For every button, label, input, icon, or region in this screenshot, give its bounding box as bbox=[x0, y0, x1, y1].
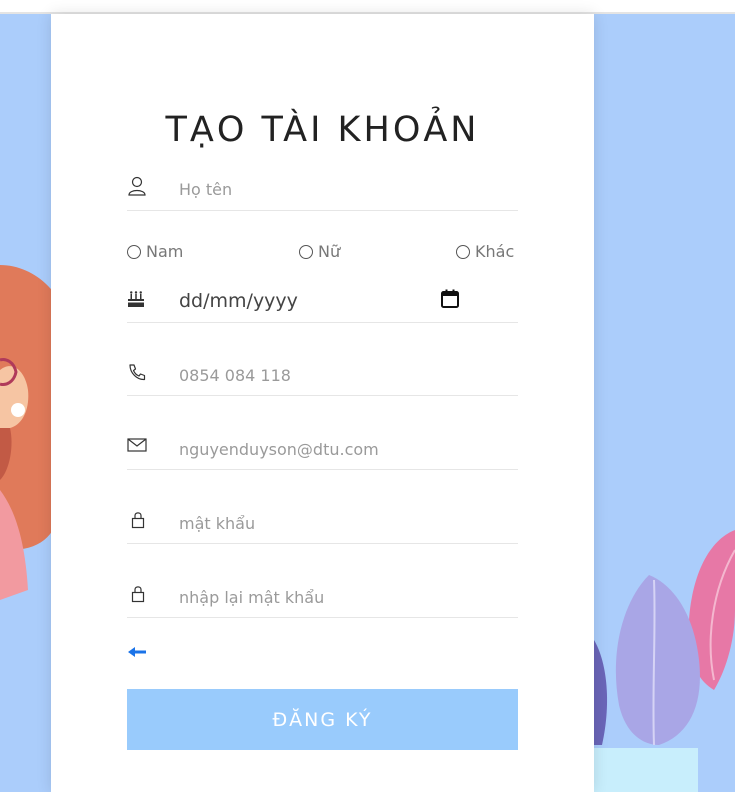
gender-male-label: Nam bbox=[146, 242, 184, 261]
user-icon bbox=[128, 176, 146, 196]
cake-icon bbox=[128, 291, 144, 307]
email-input[interactable]: nguyenduyson@dtu.com bbox=[179, 440, 379, 459]
page-title: TẠO TÀI KHOẢN bbox=[165, 110, 480, 150]
confirm-password-field[interactable]: nhập lại mật khẩu bbox=[127, 582, 518, 618]
email-field[interactable]: nguyenduyson@dtu.com bbox=[127, 434, 518, 470]
password-field[interactable]: mật khẩu bbox=[127, 508, 518, 544]
gender-option-male[interactable]: Nam bbox=[127, 242, 183, 261]
radio-male[interactable] bbox=[127, 244, 141, 259]
radio-female[interactable] bbox=[299, 244, 313, 259]
password-input[interactable]: mật khẩu bbox=[179, 514, 255, 533]
gender-other-label: Khác bbox=[475, 242, 515, 261]
radio-other[interactable] bbox=[456, 244, 470, 259]
lock-icon bbox=[131, 586, 145, 603]
register-card: TẠO TÀI KHOẢN Họ tên Nam Nữ Khác dd/mm/y… bbox=[51, 14, 594, 792]
leaves-illustration bbox=[594, 530, 735, 792]
confirm-password-input[interactable]: nhập lại mật khẩu bbox=[179, 588, 324, 607]
dob-input[interactable]: dd/mm/yyyy bbox=[179, 290, 298, 312]
arrow-left-icon[interactable] bbox=[127, 644, 147, 660]
full-name-input[interactable]: Họ tên bbox=[179, 180, 232, 199]
gender-option-female[interactable]: Nữ bbox=[299, 242, 340, 261]
phone-input[interactable]: 0854 084 118 bbox=[179, 366, 291, 385]
browser-top-bar bbox=[0, 0, 735, 14]
register-button[interactable]: ĐĂNG KÝ bbox=[127, 689, 518, 750]
full-name-field[interactable]: Họ tên bbox=[127, 176, 518, 211]
phone-field[interactable]: 0854 084 118 bbox=[127, 360, 518, 396]
gender-female-label: Nữ bbox=[318, 242, 341, 261]
calendar-icon[interactable] bbox=[440, 289, 460, 309]
gender-group: Nam Nữ Khác bbox=[127, 242, 518, 264]
dob-field[interactable]: dd/mm/yyyy bbox=[127, 286, 518, 323]
gender-option-other[interactable]: Khác bbox=[456, 242, 514, 261]
mail-icon bbox=[127, 438, 147, 452]
lock-icon bbox=[131, 512, 145, 529]
phone-icon bbox=[129, 364, 146, 381]
